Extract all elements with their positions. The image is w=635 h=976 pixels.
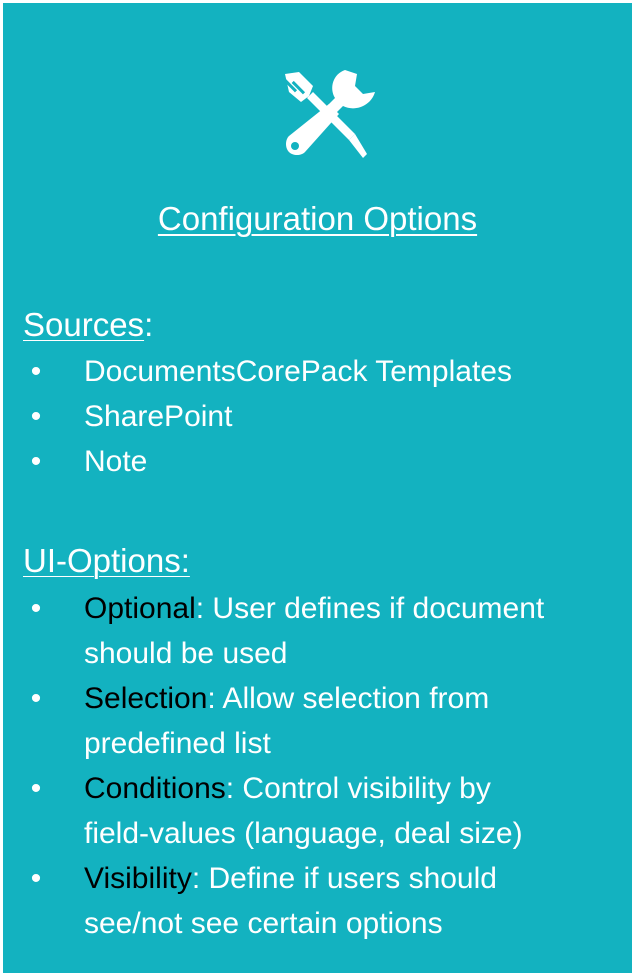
ui-options-list: • Optional: User defines if document sho… — [3, 586, 545, 946]
ui-option-line-2: field-values (language, deal size) — [84, 817, 523, 850]
ui-option-desc: : Control visibility by — [225, 772, 491, 805]
list-item: • Conditions: Control visibility by fiel… — [3, 766, 544, 856]
list-item: • DocumentsCorePack Templates — [3, 349, 512, 394]
list-item: • Optional: User defines if document sho… — [3, 586, 545, 676]
sources-heading-word: Sources — [23, 306, 145, 343]
ui-options-heading: UI-Options: — [23, 541, 190, 581]
ui-option-desc: : Define if users should — [191, 862, 497, 895]
list-item: • Note — [3, 439, 512, 484]
bullet: • — [30, 400, 42, 433]
ui-option-term: Selection — [84, 682, 208, 715]
ui-options-heading-text: UI-Options: — [23, 542, 190, 579]
bullet: • — [30, 355, 42, 388]
ui-option-term: Visibility — [84, 862, 192, 895]
source-item-text: DocumentsCorePack Templates — [84, 355, 512, 388]
bullet: • — [30, 772, 42, 805]
ui-option-line-2: predefined list — [84, 727, 271, 760]
page-title: Configuration Options — [157, 200, 478, 237]
bullet: • — [30, 862, 42, 895]
sources-heading-colon: : — [144, 306, 154, 343]
source-item-text: SharePoint — [84, 400, 233, 433]
ui-option-term: Conditions — [84, 772, 226, 805]
ui-option-term: Optional — [84, 592, 196, 625]
configuration-panel: Configuration Options Sources: • Documen… — [3, 3, 632, 973]
list-item: • Visibility: Define if users should see… — [3, 856, 544, 946]
ui-option-line-1: Optional: User defines if document — [84, 586, 544, 631]
ui-option-line-2: see/not see certain options — [84, 907, 443, 940]
bullet: • — [30, 682, 42, 715]
ui-option-line-1: Conditions: Control visibility by — [84, 766, 544, 811]
tools-icon — [283, 70, 375, 158]
ui-option-line-1: Visibility: Define if users should — [84, 856, 544, 901]
list-item: • SharePoint — [3, 394, 512, 439]
ui-option-desc: : Allow selection from — [207, 682, 490, 715]
sources-heading: Sources: — [23, 305, 153, 345]
ui-option-line-2: should be used — [84, 637, 288, 670]
sources-list: • DocumentsCorePack Templates • SharePoi… — [3, 349, 512, 484]
bullet: • — [30, 445, 42, 478]
ui-option-desc: : User defines if document — [195, 592, 545, 625]
list-item: • Selection: Allow selection from predef… — [3, 676, 544, 766]
ui-option-line-1: Selection: Allow selection from — [84, 676, 544, 721]
source-item-text: Note — [84, 445, 148, 478]
bullet: • — [30, 592, 42, 625]
